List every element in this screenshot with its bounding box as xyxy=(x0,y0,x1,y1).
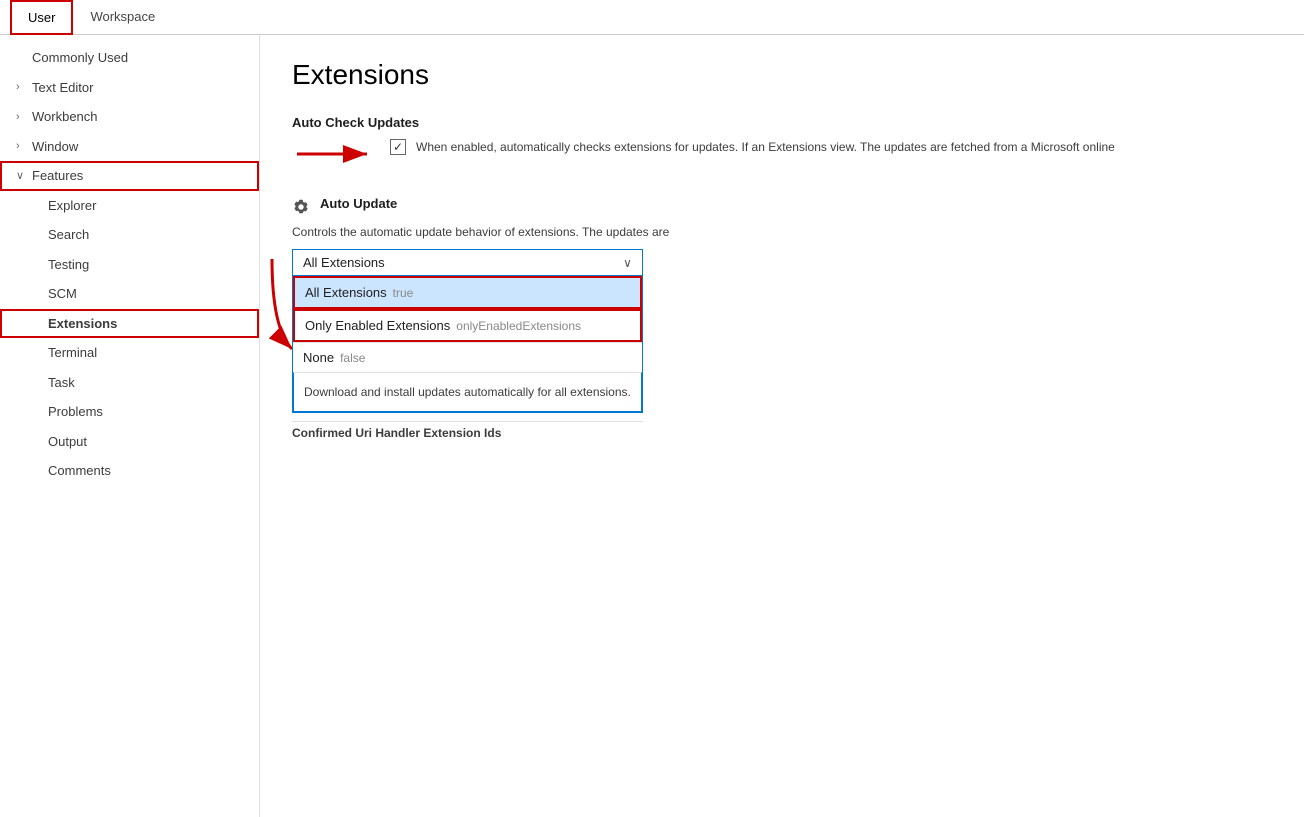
tab-user[interactable]: User xyxy=(10,0,73,35)
option-label-only-enabled: Only Enabled Extensions xyxy=(305,318,450,333)
sidebar-item-scm[interactable]: SCM xyxy=(0,279,259,309)
sidebar-item-comments[interactable]: Comments xyxy=(0,456,259,486)
auto-check-updates-title: Auto Check Updates xyxy=(292,115,1272,130)
gear-icon xyxy=(292,198,312,218)
settings-sidebar: Commonly Used › Text Editor › Workbench … xyxy=(0,35,260,817)
dropdown-description-box: Download and install updates automatical… xyxy=(293,372,642,412)
auto-check-updates-checkbox-wrapper: ✓ xyxy=(390,139,406,155)
main-layout: Commonly Used › Text Editor › Workbench … xyxy=(0,35,1304,817)
dropdown-option-desc: Download and install updates automatical… xyxy=(304,385,631,399)
sidebar-item-search[interactable]: Search xyxy=(0,220,259,250)
auto-check-updates-desc: When enabled, automatically checks exten… xyxy=(416,138,1115,156)
dropdown-option-all-extensions[interactable]: All Extensions true xyxy=(293,276,642,309)
option-value-only-enabled: onlyEnabledExtensions xyxy=(456,319,581,333)
auto-update-desc: Controls the automatic update behavior o… xyxy=(292,223,992,241)
auto-check-updates-section: Auto Check Updates xyxy=(292,115,1272,168)
auto-check-updates-checkbox[interactable]: ✓ xyxy=(390,139,406,155)
settings-content: Extensions Auto Check Updates xyxy=(260,35,1304,817)
settings-tabs: User Workspace xyxy=(0,0,1304,35)
chevron-right-icon: › xyxy=(16,109,32,126)
sidebar-item-window[interactable]: › Window xyxy=(0,132,259,162)
sidebar-item-explorer[interactable]: Explorer xyxy=(0,191,259,221)
sidebar-item-extensions[interactable]: Extensions xyxy=(0,309,259,339)
option-value-all-extensions: true xyxy=(393,286,414,300)
dropdown-option-only-enabled[interactable]: Only Enabled Extensions onlyEnabledExten… xyxy=(293,309,642,342)
checkmark-icon: ✓ xyxy=(393,140,403,154)
sidebar-item-output[interactable]: Output xyxy=(0,427,259,457)
auto-update-title: Auto Update xyxy=(320,196,397,211)
arrow-annotation-1 xyxy=(292,140,382,168)
sidebar-item-commonly-used[interactable]: Commonly Used xyxy=(0,43,259,73)
sidebar-item-text-editor[interactable]: › Text Editor xyxy=(0,73,259,103)
chevron-right-icon: › xyxy=(16,79,32,96)
dropdown-options-list: All Extensions true Only Enabled Extensi… xyxy=(292,276,643,413)
sidebar-item-terminal[interactable]: Terminal xyxy=(0,338,259,368)
sidebar-item-testing[interactable]: Testing xyxy=(0,250,259,280)
sidebar-item-task[interactable]: Task xyxy=(0,368,259,398)
option-label-all-extensions: All Extensions xyxy=(305,285,387,300)
page-title: Extensions xyxy=(292,59,1272,91)
confirmed-uri-label: Confirmed Uri Handler Extension Ids xyxy=(292,421,643,440)
auto-update-header: Auto Update xyxy=(292,196,1272,219)
auto-check-updates-row: ✓ When enabled, automatically checks ext… xyxy=(390,138,1115,156)
auto-update-dropdown[interactable]: All Extensions ∨ xyxy=(292,249,643,276)
option-label-none: None xyxy=(303,350,334,365)
sidebar-item-features[interactable]: ∨ Features xyxy=(0,161,259,191)
chevron-right-icon: › xyxy=(16,138,32,155)
sidebar-item-problems[interactable]: Problems xyxy=(0,397,259,427)
tab-workspace[interactable]: Workspace xyxy=(73,0,172,35)
dropdown-selected-value: All Extensions xyxy=(303,255,385,270)
dropdown-chevron-icon: ∨ xyxy=(623,256,632,270)
option-value-none: false xyxy=(340,351,365,365)
auto-update-dropdown-container: All Extensions ∨ All Extensions true Onl… xyxy=(292,249,643,440)
chevron-down-icon: ∨ xyxy=(16,168,32,185)
sidebar-item-workbench[interactable]: › Workbench xyxy=(0,102,259,132)
auto-update-section: Auto Update Controls the automatic updat… xyxy=(292,196,1272,440)
dropdown-option-none[interactable]: None false xyxy=(293,342,642,372)
